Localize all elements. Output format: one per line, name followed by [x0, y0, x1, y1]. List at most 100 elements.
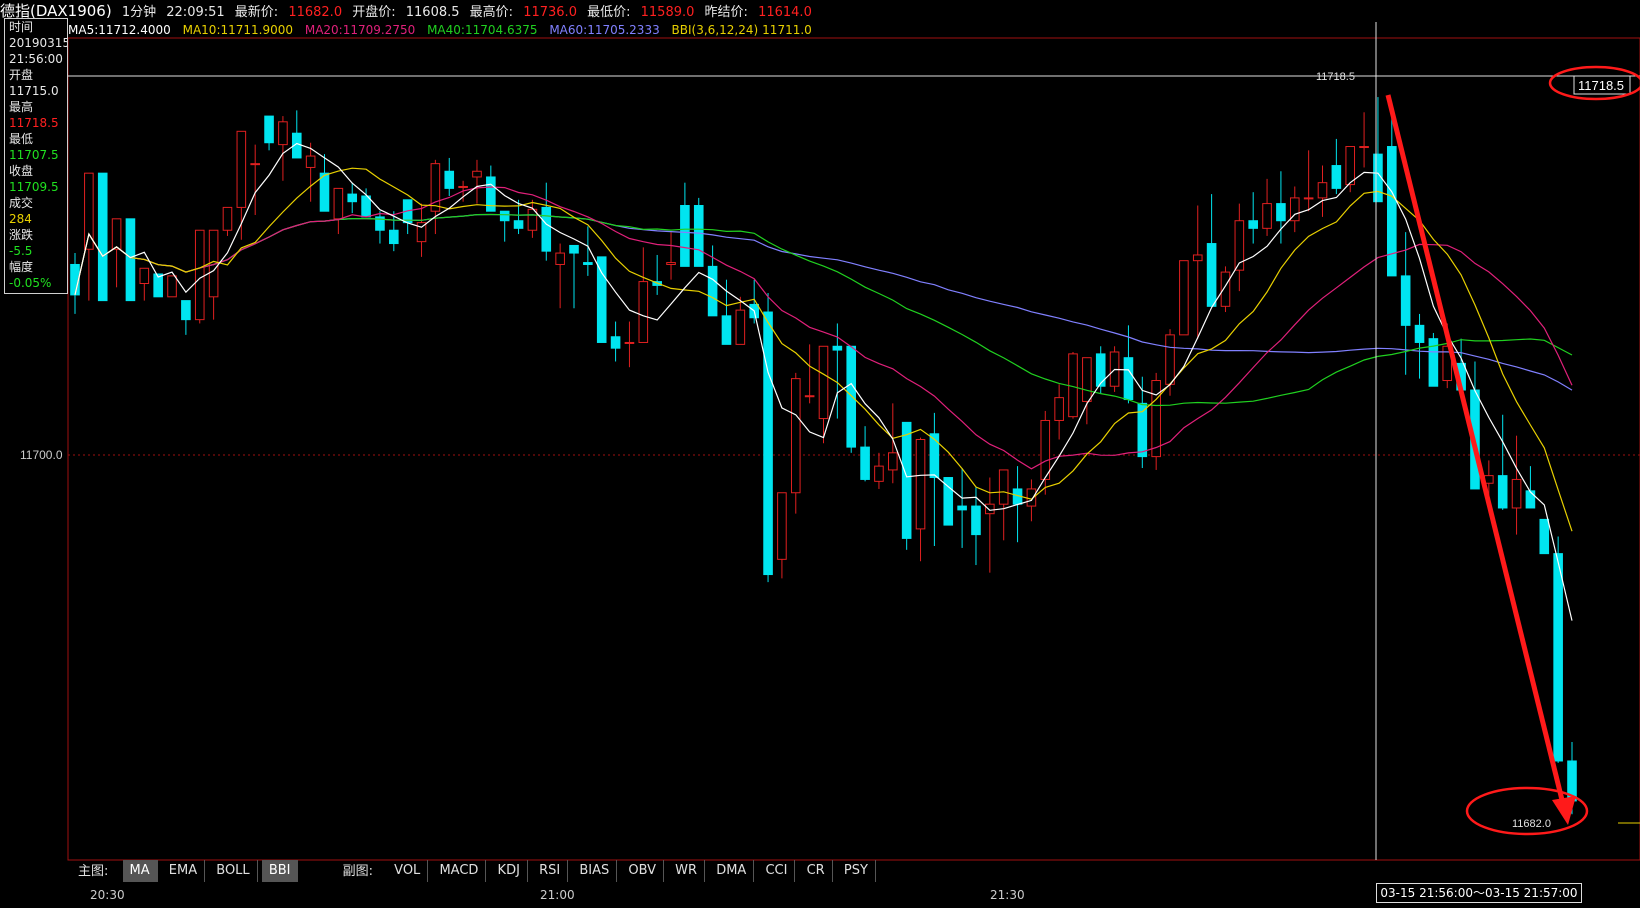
candle-body [458, 185, 468, 188]
candle-body [610, 336, 621, 349]
info-time: 21:56:00 [9, 52, 63, 66]
info-open: 11715.0 [9, 84, 59, 98]
candle-body [264, 115, 274, 144]
candle-body [333, 187, 344, 220]
candle-body [1539, 518, 1550, 555]
candle-body [638, 281, 649, 343]
candle-body [583, 262, 593, 265]
candle-body [971, 505, 981, 536]
candle-body [139, 267, 150, 284]
tab-kdj[interactable]: KDJ [491, 860, 528, 882]
candle-body [389, 229, 399, 245]
candle-body [957, 505, 967, 511]
candle-body [596, 256, 607, 343]
tab-ma[interactable]: MA [122, 860, 158, 882]
tab-vol[interactable]: VOL [387, 860, 429, 882]
candle-body [569, 244, 579, 254]
candle-body [305, 155, 316, 168]
candle-body [1054, 397, 1064, 421]
candle-body [1317, 182, 1328, 199]
candle-body [181, 300, 191, 321]
candle-body [1206, 243, 1217, 307]
info-open-label: 开盘 [9, 68, 34, 82]
tab-macd[interactable]: MACD [432, 860, 487, 882]
candle-body [763, 311, 773, 576]
candle-body [888, 452, 898, 471]
info-pct-label: 幅度 [9, 260, 34, 274]
candle-body [666, 262, 676, 265]
candle-body [1262, 203, 1272, 229]
sub-chart-label: 副图: [342, 864, 374, 879]
candle-body [1525, 490, 1536, 509]
candle-body [1497, 475, 1508, 509]
candle-body [693, 205, 704, 267]
candle-body [846, 345, 857, 448]
selected-range-box: 03-15 21:56:00～03-15 21:57:00 [1376, 883, 1582, 903]
info-close-label: 收盘 [9, 164, 34, 178]
info-pct: -0.05% [9, 276, 52, 290]
candle-body [1400, 275, 1411, 326]
candle-body [1095, 353, 1106, 387]
candle-body [236, 130, 247, 208]
candle-body [1345, 146, 1356, 186]
time-tick-2100: 21:00 [540, 888, 575, 902]
tab-obv[interactable]: OBV [621, 860, 665, 882]
candle-body [818, 345, 829, 420]
candle-body [499, 210, 510, 222]
candle-body [790, 378, 801, 494]
candle-body [1151, 380, 1161, 458]
info-close: 11709.5 [9, 180, 59, 194]
candle-body [278, 121, 288, 146]
candle-body [1192, 254, 1203, 262]
candle-body [915, 438, 926, 530]
tab-dma[interactable]: DMA [709, 860, 755, 882]
candle-body [250, 163, 260, 166]
tab-bias[interactable]: BIAS [572, 860, 618, 882]
info-volume: 284 [9, 212, 32, 226]
info-change: -5.5 [9, 244, 33, 258]
candle-body [444, 170, 455, 189]
candle-body [125, 218, 136, 302]
crosshair-price-left: 11718.5 [1316, 71, 1355, 83]
candle-body [860, 446, 870, 480]
candle-body [1220, 271, 1231, 307]
candle-body [1123, 357, 1134, 401]
tab-cci[interactable]: CCI [758, 860, 796, 882]
candle-body [1276, 203, 1286, 222]
info-low: 11707.5 [9, 148, 59, 162]
tab-ema[interactable]: EMA [162, 860, 206, 882]
tab-bbi[interactable]: BBI [261, 860, 299, 882]
candle-body [1359, 146, 1369, 149]
candle-body [1511, 478, 1522, 509]
candle-body [319, 172, 330, 212]
candle-body [624, 341, 635, 344]
kline-chart[interactable]: 11700.0 11718.5 11718.5 11682.0 [0, 0, 1640, 908]
candle-body [707, 265, 718, 317]
candle-body [1331, 165, 1342, 189]
candle-body [804, 395, 815, 398]
main-chart-label: 主图: [78, 864, 109, 879]
candle-body [167, 275, 177, 298]
tab-cr[interactable]: CR [800, 860, 833, 882]
candle-body [1553, 553, 1563, 762]
candle-body [97, 172, 108, 302]
tab-boll[interactable]: BOLL [209, 860, 258, 882]
candles-group [70, 97, 1577, 815]
candle-body [1026, 488, 1037, 507]
candle-body [361, 195, 371, 218]
candle-body [222, 206, 233, 231]
candle-body [929, 433, 940, 479]
tab-rsi[interactable]: RSI [532, 860, 569, 882]
time-tick-2130: 21:30 [990, 888, 1025, 902]
candle-body [430, 163, 441, 212]
tab-psy[interactable]: PSY [837, 860, 876, 882]
candle-body [1040, 419, 1051, 480]
info-volume-label: 成交 [9, 196, 34, 210]
candle-body [985, 503, 995, 515]
candle-body [1414, 324, 1425, 343]
candle-body [874, 465, 884, 482]
tab-wr[interactable]: WR [668, 860, 706, 882]
candle-body [347, 193, 358, 203]
info-high: 11718.5 [9, 116, 59, 130]
candle-body [1068, 353, 1078, 418]
